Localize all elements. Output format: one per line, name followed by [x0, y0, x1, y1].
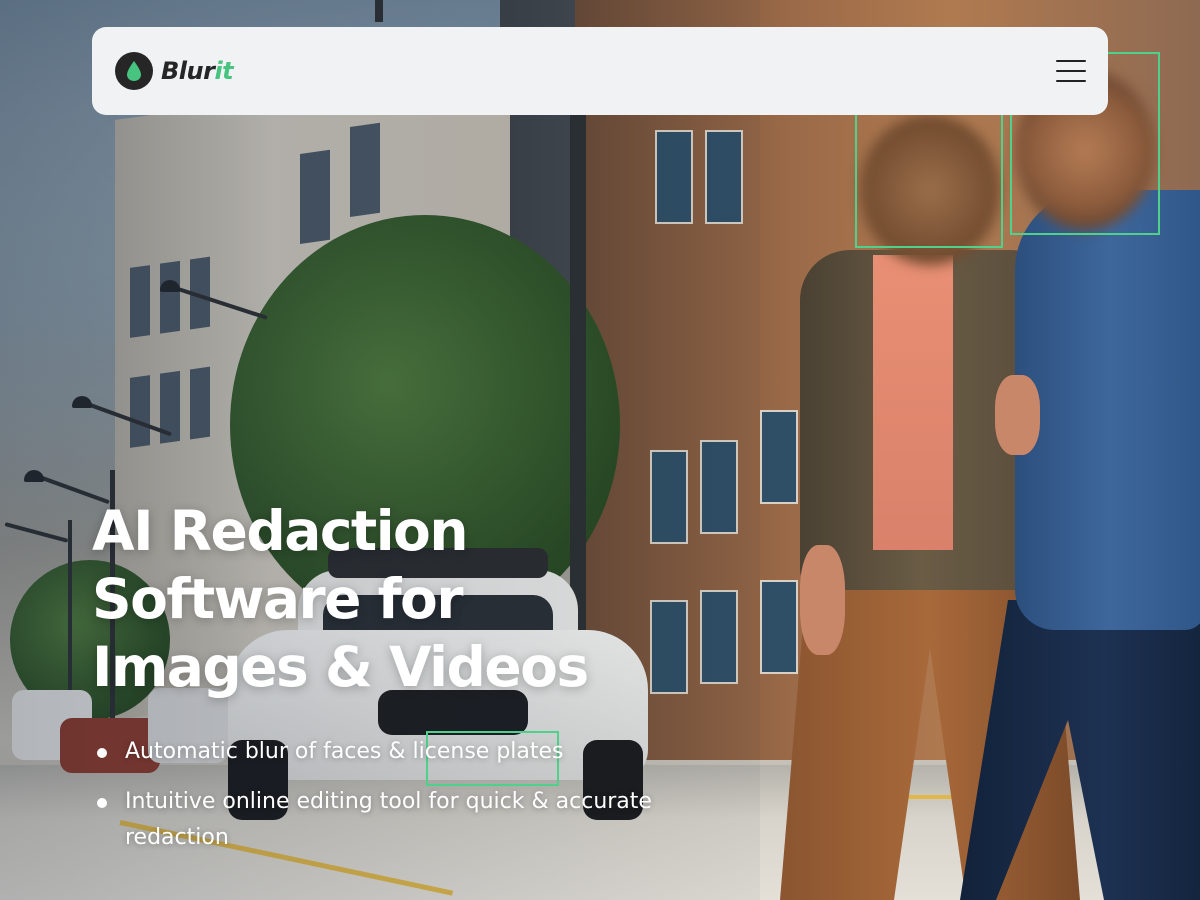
- feature-item: Automatic blur of faces & license plates: [95, 734, 655, 770]
- logo-text-accent: it: [214, 57, 234, 85]
- feature-list: Automatic blur of faces & license plates…: [95, 734, 655, 870]
- feature-item: Intuitive online editing tool for quick …: [95, 784, 655, 856]
- navbar: Blurit: [92, 27, 1108, 115]
- water-drop-icon: [115, 52, 153, 90]
- headline-line: AI Redaction: [92, 499, 469, 563]
- logo-text: Blurit: [161, 57, 234, 85]
- headline-line: Images & Videos: [92, 635, 589, 699]
- brand-logo-link[interactable]: Blurit: [115, 52, 234, 90]
- face-detection-box: [855, 110, 1003, 248]
- hamburger-menu-icon[interactable]: [1056, 58, 1086, 84]
- hero-headline: AI Redaction Software for Images & Video…: [92, 497, 692, 701]
- headline-line: Software for: [92, 567, 463, 631]
- hero-section: Blurit AI Redaction Software for Images …: [0, 0, 1200, 900]
